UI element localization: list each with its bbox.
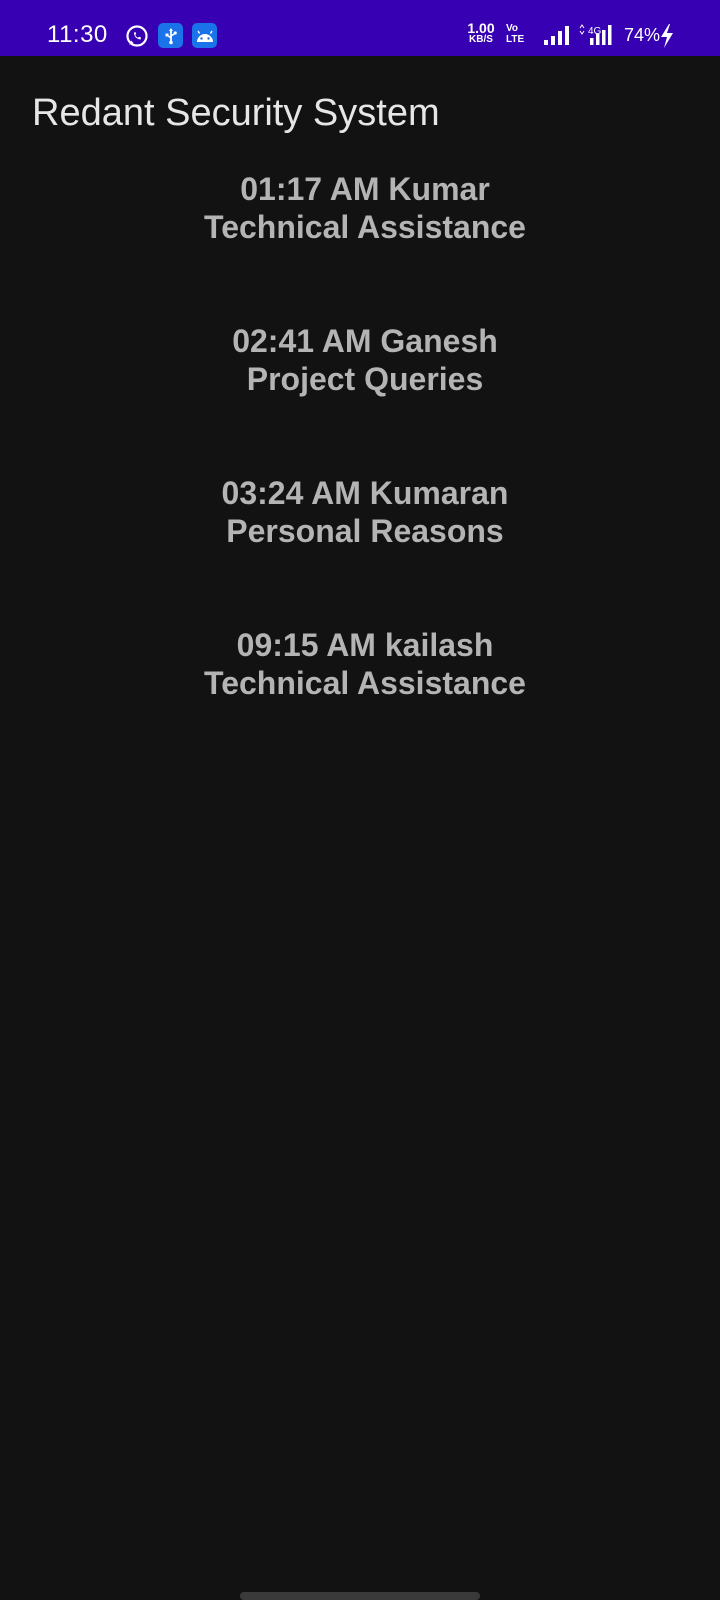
status-time: 11:30 [47,21,108,48]
network-speed: 1.00 KB/S [464,20,498,46]
app-title: Redant Security System [32,92,440,134]
status-bar: 11:30 1.00 KB/S Vo LTE 4G 74% [0,0,720,56]
volte-line1: Vo [506,23,519,34]
list-item[interactable]: 09:15 AM kailash Technical Assistance [0,626,720,778]
entry-time-name: 03:24 AM Kumaran [221,475,509,511]
signal-4g-icon: 4G [579,24,612,45]
signal-icon [544,26,569,45]
network-type-label: 4G [588,26,602,37]
entry-reason: Personal Reasons [226,513,504,549]
volte-indicator: Vo LTE [506,23,524,45]
network-speed-unit: KB/S [469,34,493,45]
battery-percent: 74% [624,25,661,45]
entry-time-name: 02:41 AM Ganesh [232,323,498,359]
android-icon [192,23,217,48]
network-speed-value: 1.00 [467,20,495,36]
entry-time-name: 09:15 AM kailash [236,627,494,663]
entry-reason: Project Queries [246,361,484,397]
volte-line2: LTE [506,34,525,45]
list-item[interactable]: 01:17 AM Kumar Technical Assistance [0,170,720,322]
usb-icon [158,23,183,48]
list-item[interactable]: 03:24 AM Kumaran Personal Reasons [0,474,720,626]
entry-reason: Technical Assistance [204,665,526,701]
list-item[interactable]: 02:41 AM Ganesh Project Queries [0,322,720,474]
charging-bolt-icon [661,24,673,48]
home-indicator[interactable] [240,1592,480,1600]
entry-reason: Technical Assistance [204,209,526,245]
entry-time-name: 01:17 AM Kumar [240,171,490,207]
visitor-log-list: 01:17 AM Kumar Technical Assistance 02:4… [0,170,720,778]
whatsapp-icon [124,23,149,48]
